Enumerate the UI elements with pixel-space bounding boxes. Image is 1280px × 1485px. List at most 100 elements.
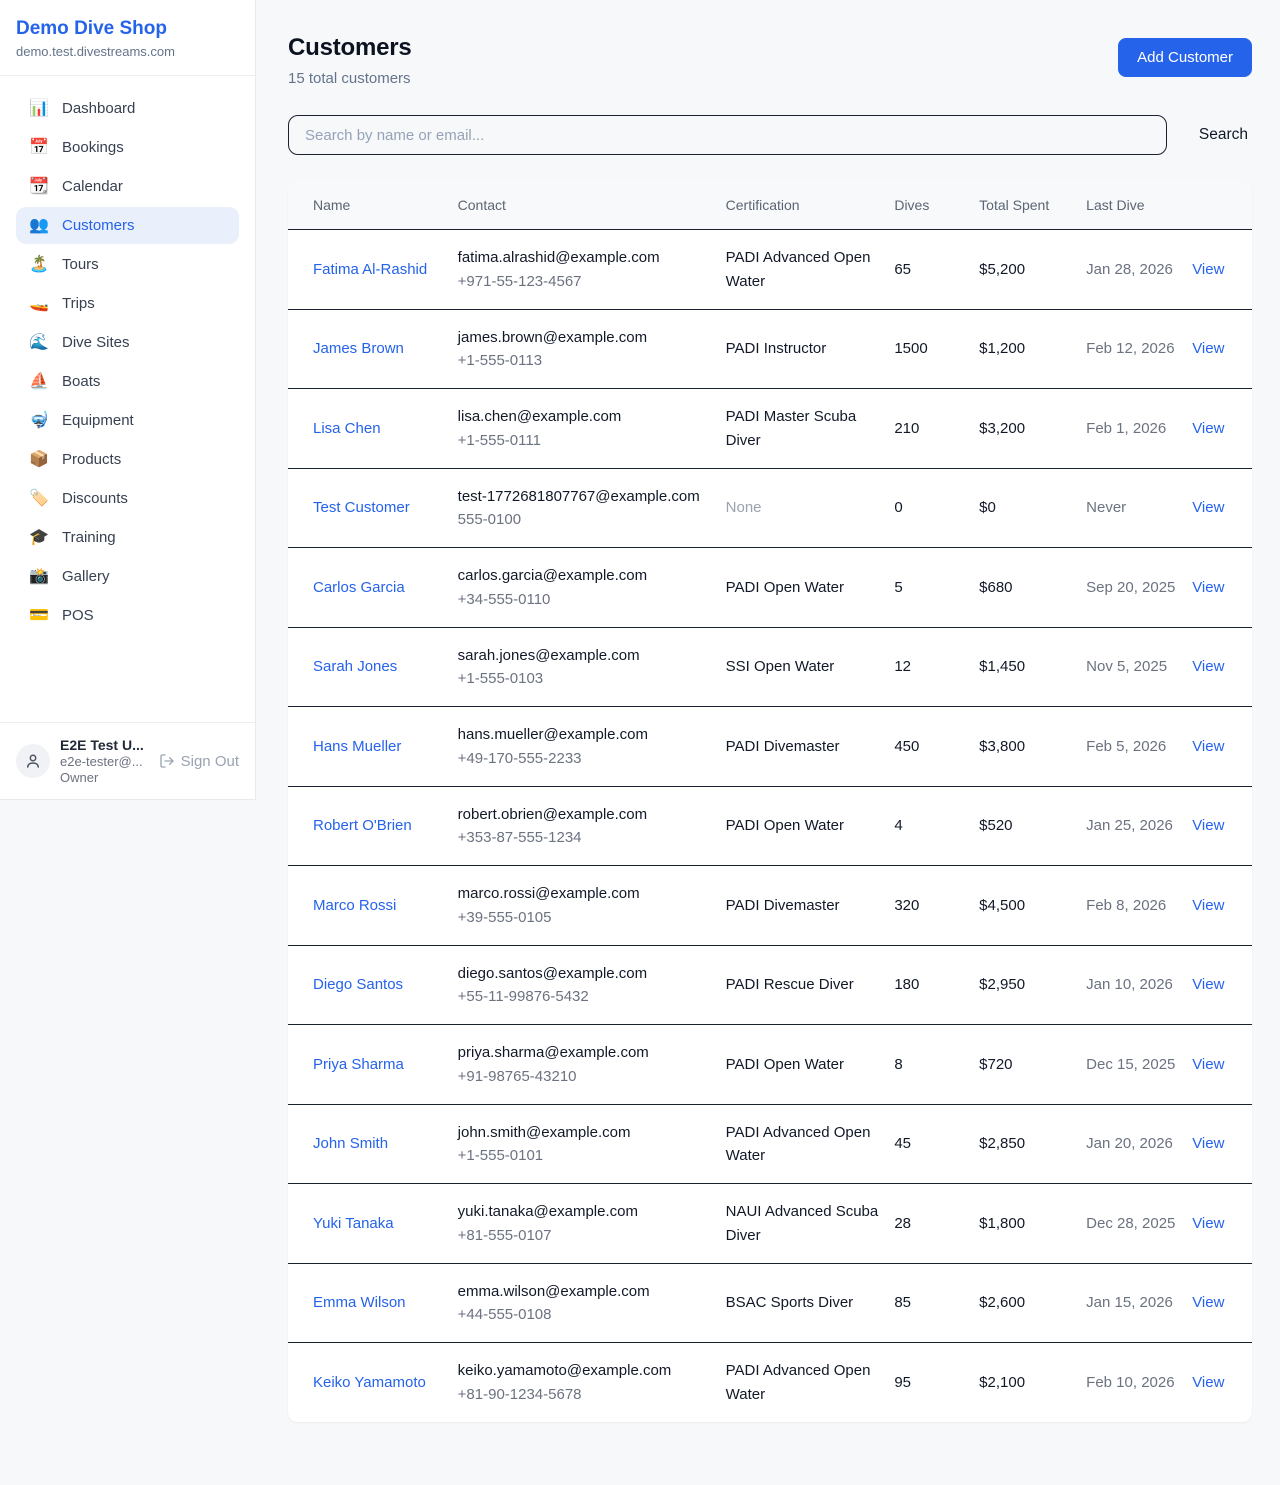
view-customer-link[interactable]: View (1192, 1294, 1224, 1311)
customers-icon: 👥 (28, 218, 50, 234)
gallery-icon: 📸 (28, 569, 50, 585)
customer-name-link[interactable]: Yuki Tanaka (313, 1215, 394, 1232)
bookings-icon: 📅 (28, 140, 50, 156)
view-customer-link[interactable]: View (1192, 1374, 1224, 1391)
customer-name-cell: Marco Rossi (288, 866, 458, 946)
customer-total-spent-cell: $1,200 (979, 309, 1086, 389)
customer-name-link[interactable]: John Smith (313, 1135, 388, 1152)
customer-name-link[interactable]: Fatima Al-Rashid (313, 261, 427, 278)
sidebar-item-label: Trips (62, 295, 95, 312)
sidebar-item-label: Discounts (62, 490, 128, 507)
sidebar-item-dashboard[interactable]: 📊Dashboard (16, 90, 239, 127)
view-customer-link[interactable]: View (1192, 976, 1224, 993)
sidebar-item-label: Gallery (62, 568, 110, 585)
sidebar-item-products[interactable]: 📦Products (16, 441, 239, 478)
customer-name-link[interactable]: Hans Mueller (313, 738, 401, 755)
customer-name-link[interactable]: Sarah Jones (313, 658, 397, 675)
view-customer-link[interactable]: View (1192, 817, 1224, 834)
sidebar-item-label: Boats (62, 373, 100, 390)
customer-total-spent-cell: $680 (979, 548, 1086, 628)
view-customer-link[interactable]: View (1192, 579, 1224, 596)
customer-last-dive-cell: Feb 8, 2026 (1086, 866, 1192, 946)
customer-certification-cell: PADI Master Scuba Diver (726, 389, 895, 469)
avatar (16, 744, 50, 778)
customer-name-link[interactable]: Robert O'Brien (313, 817, 412, 834)
view-customer-link[interactable]: View (1192, 1056, 1224, 1073)
shop-name[interactable]: Demo Dive Shop (16, 18, 239, 40)
sidebar-item-discounts[interactable]: 🏷️Discounts (16, 480, 239, 517)
view-customer-link[interactable]: View (1192, 420, 1224, 437)
user-role: Owner (60, 770, 149, 785)
view-customer-link[interactable]: View (1192, 658, 1224, 675)
customer-email: hans.mueller@example.com (458, 723, 710, 746)
customer-contact-cell: keiko.yamamoto@example.com+81-90-1234-56… (458, 1343, 726, 1422)
customer-name-cell: Keiko Yamamoto (288, 1343, 458, 1422)
view-customer-link[interactable]: View (1192, 1135, 1224, 1152)
customer-name-link[interactable]: Priya Sharma (313, 1056, 404, 1073)
customer-contact-cell: priya.sharma@example.com+91-98765-43210 (458, 1025, 726, 1105)
dive-sites-icon: 🌊 (28, 335, 50, 351)
customer-name-link[interactable]: Keiko Yamamoto (313, 1374, 426, 1391)
view-customer-link[interactable]: View (1192, 1215, 1224, 1232)
sidebar-item-trips[interactable]: 🚤Trips (16, 285, 239, 322)
customer-name-cell: Yuki Tanaka (288, 1184, 458, 1264)
pos-icon: 💳 (28, 608, 50, 624)
customer-contact-cell: emma.wilson@example.com+44-555-0108 (458, 1263, 726, 1343)
customer-name-link[interactable]: Diego Santos (313, 976, 403, 993)
user-email: e2e-tester@... (60, 754, 149, 769)
sidebar-item-bookings[interactable]: 📅 Bookings (16, 129, 239, 166)
customer-name-link[interactable]: Lisa Chen (313, 420, 381, 437)
sign-out-icon (159, 753, 175, 769)
view-customer-link[interactable]: View (1192, 340, 1224, 357)
customer-name-link[interactable]: Carlos Garcia (313, 579, 405, 596)
column-header-actions (1192, 181, 1252, 230)
customer-contact-cell: carlos.garcia@example.com+34-555-0110 (458, 548, 726, 628)
customer-view-cell: View (1192, 548, 1252, 628)
customer-email: lisa.chen@example.com (458, 405, 710, 428)
customer-contact-cell: yuki.tanaka@example.com+81-555-0107 (458, 1184, 726, 1264)
column-header-name: Name (288, 181, 458, 230)
sidebar-item-label: Customers (62, 217, 135, 234)
customer-total-spent-cell: $2,850 (979, 1104, 1086, 1184)
sidebar-item-calendar[interactable]: 📆Calendar (16, 168, 239, 205)
sidebar-item-pos[interactable]: 💳POS (16, 597, 239, 634)
calendar-icon: 📆 (28, 179, 50, 195)
app-root: Demo Dive Shop demo.test.divestreams.com… (0, 0, 1280, 1452)
customer-name-cell: Sarah Jones (288, 627, 458, 707)
customer-email: james.brown@example.com (458, 326, 710, 349)
view-customer-link[interactable]: View (1192, 897, 1224, 914)
customer-name-link[interactable]: James Brown (313, 340, 404, 357)
sign-out-button[interactable]: Sign Out (159, 753, 239, 770)
sidebar-item-gallery[interactable]: 📸 Gallery (16, 558, 239, 595)
customer-name-link[interactable]: Test Customer (313, 499, 410, 516)
customer-contact-cell: marco.rossi@example.com+39-555-0105 (458, 866, 726, 946)
table-row: Fatima Al-Rashidfatima.alrashid@example.… (288, 230, 1252, 310)
view-customer-link[interactable]: View (1192, 499, 1224, 516)
customer-total-spent-cell: $3,800 (979, 707, 1086, 787)
customer-name-cell: Hans Mueller (288, 707, 458, 787)
view-customer-link[interactable]: View (1192, 261, 1224, 278)
customer-last-dive-cell: Nov 5, 2025 (1086, 627, 1192, 707)
customer-name-link[interactable]: Marco Rossi (313, 897, 396, 914)
sidebar-item-tours[interactable]: 🏝️Tours (16, 246, 239, 283)
customers-table-card: NameContactCertificationDivesTotal Spent… (288, 181, 1252, 1422)
view-customer-link[interactable]: View (1192, 738, 1224, 755)
search-button[interactable]: Search (1195, 118, 1252, 152)
customer-dives-cell: 210 (894, 389, 979, 469)
sidebar-item-training[interactable]: 🎓Training (16, 519, 239, 556)
table-row: John Smithjohn.smith@example.com+1-555-0… (288, 1104, 1252, 1184)
customer-name-cell: Diego Santos (288, 945, 458, 1025)
sidebar-item-equipment[interactable]: 🤿Equipment (16, 402, 239, 439)
sidebar-item-customers[interactable]: 👥 Customers (16, 207, 239, 244)
search-input[interactable] (288, 115, 1167, 155)
sidebar-item-dive-sites[interactable]: 🌊Dive Sites (16, 324, 239, 361)
add-customer-button[interactable]: Add Customer (1118, 38, 1252, 77)
customer-dives-cell: 450 (894, 707, 979, 787)
table-row: Robert O'Brienrobert.obrien@example.com+… (288, 786, 1252, 866)
sidebar-item-boats[interactable]: ⛵Boats (16, 363, 239, 400)
sidebar-item-label: Bookings (62, 139, 124, 156)
customer-phone: 555-0100 (458, 508, 710, 531)
customer-last-dive-cell: Sep 20, 2025 (1086, 548, 1192, 628)
customer-name-link[interactable]: Emma Wilson (313, 1294, 406, 1311)
customer-email: marco.rossi@example.com (458, 882, 710, 905)
